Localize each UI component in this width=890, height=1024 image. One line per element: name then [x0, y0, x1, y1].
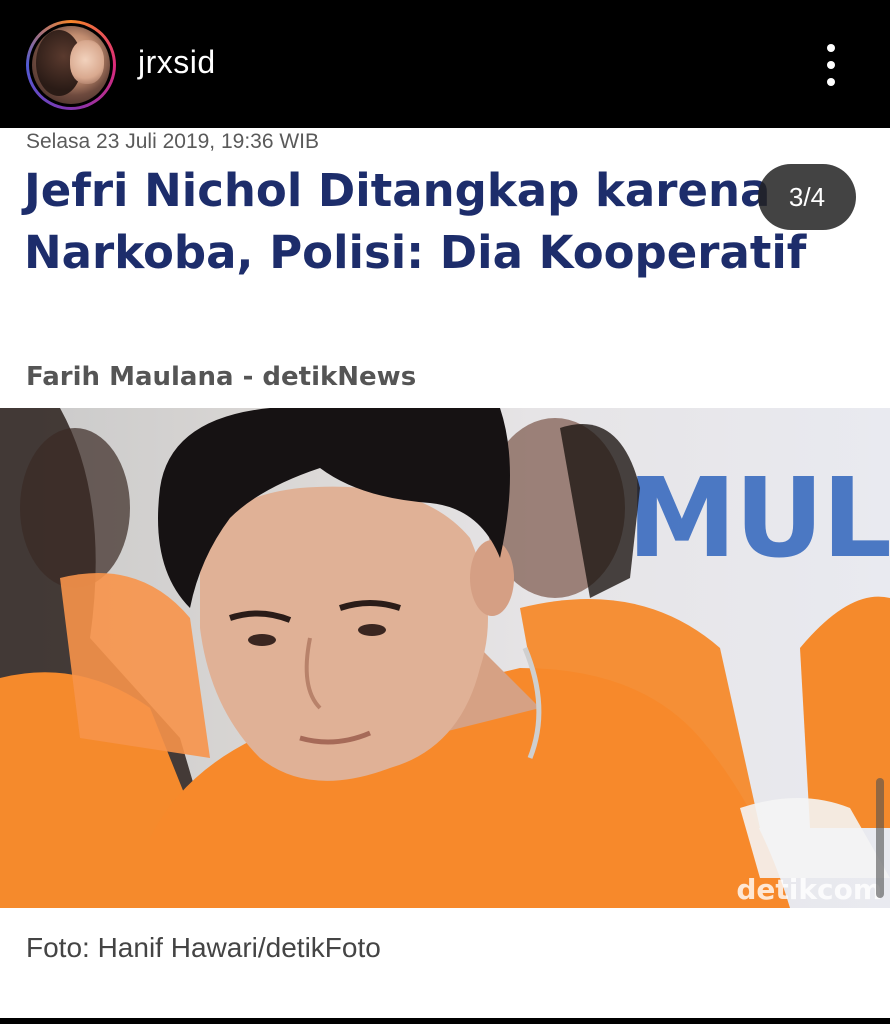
story-avatar-ring[interactable] [26, 20, 116, 110]
scrollbar[interactable] [876, 778, 884, 898]
article-photo: MUL detikcom [0, 408, 890, 908]
more-vertical-icon[interactable] [818, 44, 844, 86]
profile-avatar [32, 26, 110, 104]
post-media[interactable]: Selasa 23 Juli 2019, 19:36 WIB Jefri Nic… [0, 128, 890, 1018]
bottom-edge [0, 1018, 890, 1024]
photo-caption: Foto: Hanif Hawari/detikFoto [26, 932, 381, 963]
article-byline: Farih Maulana - detikNews [26, 362, 417, 392]
photo-watermark: detikcom [736, 873, 882, 906]
article-headline: Jefri Nichol Ditangkap karena Narkoba, P… [24, 164, 807, 279]
article-date: Selasa 23 Juli 2019, 19:36 WIB [26, 130, 320, 153]
post-header: jrxsid [0, 0, 890, 128]
photo-illustration [0, 408, 890, 908]
username-link[interactable]: jrxsid [138, 44, 216, 81]
carousel-counter-badge: 3/4 [758, 164, 856, 230]
